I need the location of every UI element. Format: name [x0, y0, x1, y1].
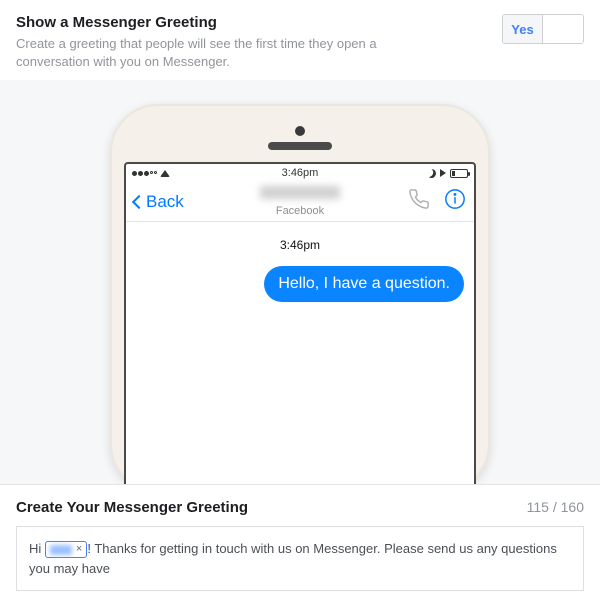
greeting-input[interactable]: Hi ×! Thanks for getting in touch with u… [16, 526, 584, 591]
phone-preview-area: 3:46pm Back Facebook [0, 80, 600, 484]
message-timestamp: 3:46pm [136, 238, 464, 252]
toggle-yes[interactable]: Yes [503, 15, 543, 43]
greeting-text-prefix: Hi [29, 541, 45, 556]
name-token[interactable]: × [45, 541, 87, 558]
info-icon[interactable] [444, 188, 466, 215]
call-icon[interactable] [408, 188, 430, 215]
phone-mockup: 3:46pm Back Facebook [110, 104, 490, 484]
battery-icon [450, 169, 468, 178]
greeting-text-suffix: ! Thanks for getting in touch with us on… [29, 541, 557, 576]
ios-status-bar: 3:46pm [126, 164, 474, 182]
conversation-area: 3:46pm Hello, I have a question. [126, 222, 474, 314]
outgoing-message-bubble: Hello, I have a question. [264, 266, 464, 302]
conversation-title-redacted [260, 186, 340, 199]
yes-no-toggle[interactable]: Yes [502, 14, 584, 44]
phone-speaker [268, 142, 332, 150]
setting-title: Show a Messenger Greeting [16, 14, 584, 31]
toggle-no[interactable] [543, 15, 583, 43]
back-button[interactable]: Back [134, 192, 184, 212]
greeting-editor-title: Create Your Messenger Greeting [16, 499, 248, 516]
back-label: Back [146, 192, 184, 212]
settings-header: Show a Messenger Greeting Create a greet… [0, 0, 600, 80]
messenger-nav: Back Facebook [126, 182, 474, 222]
phone-screen: 3:46pm Back Facebook [124, 162, 476, 484]
char-counter: 115 / 160 [527, 499, 584, 515]
chevron-left-icon [132, 195, 146, 209]
token-remove-icon[interactable]: × [76, 544, 82, 555]
status-time: 3:46pm [126, 167, 474, 179]
greeting-editor-section: Create Your Messenger Greeting 115 / 160… [0, 484, 600, 607]
setting-description: Create a greeting that people will see t… [16, 35, 436, 70]
token-value-redacted [50, 545, 72, 555]
